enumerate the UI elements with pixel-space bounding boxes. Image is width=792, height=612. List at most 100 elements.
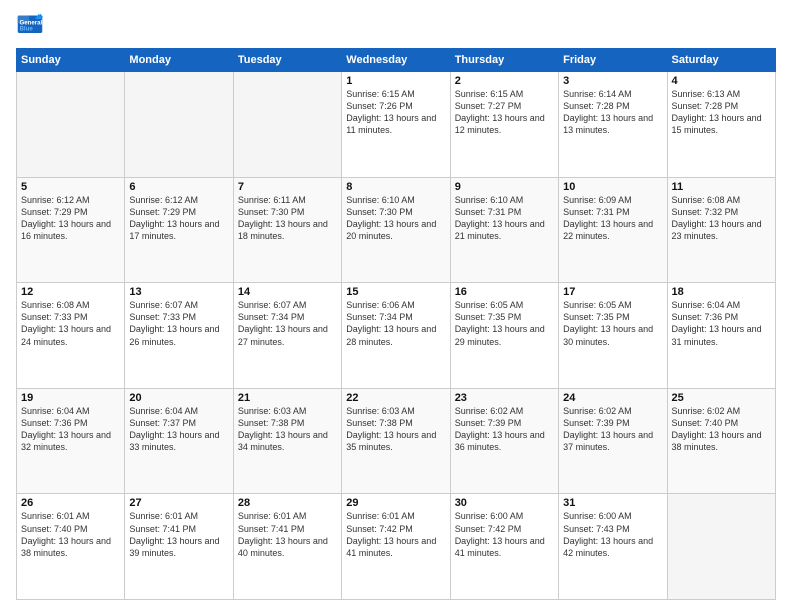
day-info: Sunrise: 6:01 AM Sunset: 7:41 PM Dayligh… (129, 510, 228, 559)
day-info: Sunrise: 6:02 AM Sunset: 7:40 PM Dayligh… (672, 405, 771, 454)
calendar-cell: 22Sunrise: 6:03 AM Sunset: 7:38 PM Dayli… (342, 388, 450, 494)
calendar-table: SundayMondayTuesdayWednesdayThursdayFrid… (16, 48, 776, 600)
calendar-cell: 15Sunrise: 6:06 AM Sunset: 7:34 PM Dayli… (342, 283, 450, 389)
calendar-cell: 6Sunrise: 6:12 AM Sunset: 7:29 PM Daylig… (125, 177, 233, 283)
day-number: 15 (346, 286, 445, 298)
day-info: Sunrise: 6:06 AM Sunset: 7:34 PM Dayligh… (346, 299, 445, 348)
day-info: Sunrise: 6:15 AM Sunset: 7:26 PM Dayligh… (346, 88, 445, 137)
day-number: 11 (672, 181, 771, 193)
day-info: Sunrise: 6:05 AM Sunset: 7:35 PM Dayligh… (563, 299, 662, 348)
day-info: Sunrise: 6:10 AM Sunset: 7:31 PM Dayligh… (455, 194, 554, 243)
day-number: 19 (21, 392, 120, 404)
calendar-cell: 17Sunrise: 6:05 AM Sunset: 7:35 PM Dayli… (559, 283, 667, 389)
day-info: Sunrise: 6:12 AM Sunset: 7:29 PM Dayligh… (21, 194, 120, 243)
calendar-week-row: 1Sunrise: 6:15 AM Sunset: 7:26 PM Daylig… (17, 72, 776, 178)
day-info: Sunrise: 6:04 AM Sunset: 7:36 PM Dayligh… (21, 405, 120, 454)
calendar-cell: 29Sunrise: 6:01 AM Sunset: 7:42 PM Dayli… (342, 494, 450, 600)
day-number: 4 (672, 75, 771, 87)
day-info: Sunrise: 6:00 AM Sunset: 7:43 PM Dayligh… (563, 510, 662, 559)
header: General Blue (16, 12, 776, 40)
calendar-cell: 16Sunrise: 6:05 AM Sunset: 7:35 PM Dayli… (450, 283, 558, 389)
day-number: 6 (129, 181, 228, 193)
calendar-cell: 5Sunrise: 6:12 AM Sunset: 7:29 PM Daylig… (17, 177, 125, 283)
calendar-cell: 28Sunrise: 6:01 AM Sunset: 7:41 PM Dayli… (233, 494, 341, 600)
day-info: Sunrise: 6:10 AM Sunset: 7:30 PM Dayligh… (346, 194, 445, 243)
day-info: Sunrise: 6:01 AM Sunset: 7:40 PM Dayligh… (21, 510, 120, 559)
day-number: 31 (563, 497, 662, 509)
calendar-cell: 7Sunrise: 6:11 AM Sunset: 7:30 PM Daylig… (233, 177, 341, 283)
day-info: Sunrise: 6:08 AM Sunset: 7:33 PM Dayligh… (21, 299, 120, 348)
calendar-week-row: 5Sunrise: 6:12 AM Sunset: 7:29 PM Daylig… (17, 177, 776, 283)
day-number: 26 (21, 497, 120, 509)
day-info: Sunrise: 6:13 AM Sunset: 7:28 PM Dayligh… (672, 88, 771, 137)
calendar-cell: 4Sunrise: 6:13 AM Sunset: 7:28 PM Daylig… (667, 72, 775, 178)
day-number: 14 (238, 286, 337, 298)
calendar-cell: 26Sunrise: 6:01 AM Sunset: 7:40 PM Dayli… (17, 494, 125, 600)
svg-text:Blue: Blue (20, 25, 34, 32)
day-header-thursday: Thursday (450, 49, 558, 72)
day-header-wednesday: Wednesday (342, 49, 450, 72)
day-number: 8 (346, 181, 445, 193)
calendar-cell: 27Sunrise: 6:01 AM Sunset: 7:41 PM Dayli… (125, 494, 233, 600)
day-number: 29 (346, 497, 445, 509)
day-number: 24 (563, 392, 662, 404)
calendar-cell: 23Sunrise: 6:02 AM Sunset: 7:39 PM Dayli… (450, 388, 558, 494)
day-number: 28 (238, 497, 337, 509)
day-header-friday: Friday (559, 49, 667, 72)
calendar-cell: 14Sunrise: 6:07 AM Sunset: 7:34 PM Dayli… (233, 283, 341, 389)
day-info: Sunrise: 6:05 AM Sunset: 7:35 PM Dayligh… (455, 299, 554, 348)
day-info: Sunrise: 6:03 AM Sunset: 7:38 PM Dayligh… (346, 405, 445, 454)
day-info: Sunrise: 6:01 AM Sunset: 7:41 PM Dayligh… (238, 510, 337, 559)
day-number: 5 (21, 181, 120, 193)
calendar-cell (125, 72, 233, 178)
calendar-header-row: SundayMondayTuesdayWednesdayThursdayFrid… (17, 49, 776, 72)
calendar-cell: 20Sunrise: 6:04 AM Sunset: 7:37 PM Dayli… (125, 388, 233, 494)
day-info: Sunrise: 6:09 AM Sunset: 7:31 PM Dayligh… (563, 194, 662, 243)
calendar-week-row: 19Sunrise: 6:04 AM Sunset: 7:36 PM Dayli… (17, 388, 776, 494)
calendar-cell: 10Sunrise: 6:09 AM Sunset: 7:31 PM Dayli… (559, 177, 667, 283)
day-info: Sunrise: 6:04 AM Sunset: 7:37 PM Dayligh… (129, 405, 228, 454)
calendar-cell: 24Sunrise: 6:02 AM Sunset: 7:39 PM Dayli… (559, 388, 667, 494)
calendar-cell: 30Sunrise: 6:00 AM Sunset: 7:42 PM Dayli… (450, 494, 558, 600)
day-number: 18 (672, 286, 771, 298)
page: General Blue SundayMondayTuesdayWednesda… (0, 0, 792, 612)
day-header-sunday: Sunday (17, 49, 125, 72)
logo: General Blue (16, 12, 48, 40)
day-number: 9 (455, 181, 554, 193)
day-info: Sunrise: 6:08 AM Sunset: 7:32 PM Dayligh… (672, 194, 771, 243)
day-number: 13 (129, 286, 228, 298)
day-header-monday: Monday (125, 49, 233, 72)
calendar-cell: 13Sunrise: 6:07 AM Sunset: 7:33 PM Dayli… (125, 283, 233, 389)
logo-icon: General Blue (16, 12, 44, 40)
day-number: 17 (563, 286, 662, 298)
day-number: 22 (346, 392, 445, 404)
calendar-week-row: 26Sunrise: 6:01 AM Sunset: 7:40 PM Dayli… (17, 494, 776, 600)
day-number: 25 (672, 392, 771, 404)
day-info: Sunrise: 6:03 AM Sunset: 7:38 PM Dayligh… (238, 405, 337, 454)
day-number: 16 (455, 286, 554, 298)
calendar-cell (667, 494, 775, 600)
day-info: Sunrise: 6:07 AM Sunset: 7:33 PM Dayligh… (129, 299, 228, 348)
calendar-cell: 3Sunrise: 6:14 AM Sunset: 7:28 PM Daylig… (559, 72, 667, 178)
day-number: 21 (238, 392, 337, 404)
calendar-cell: 31Sunrise: 6:00 AM Sunset: 7:43 PM Dayli… (559, 494, 667, 600)
day-number: 12 (21, 286, 120, 298)
calendar-cell: 9Sunrise: 6:10 AM Sunset: 7:31 PM Daylig… (450, 177, 558, 283)
day-info: Sunrise: 6:11 AM Sunset: 7:30 PM Dayligh… (238, 194, 337, 243)
day-info: Sunrise: 6:07 AM Sunset: 7:34 PM Dayligh… (238, 299, 337, 348)
calendar-cell: 8Sunrise: 6:10 AM Sunset: 7:30 PM Daylig… (342, 177, 450, 283)
calendar-cell: 12Sunrise: 6:08 AM Sunset: 7:33 PM Dayli… (17, 283, 125, 389)
day-info: Sunrise: 6:02 AM Sunset: 7:39 PM Dayligh… (455, 405, 554, 454)
day-info: Sunrise: 6:04 AM Sunset: 7:36 PM Dayligh… (672, 299, 771, 348)
day-info: Sunrise: 6:15 AM Sunset: 7:27 PM Dayligh… (455, 88, 554, 137)
calendar-cell: 18Sunrise: 6:04 AM Sunset: 7:36 PM Dayli… (667, 283, 775, 389)
day-header-saturday: Saturday (667, 49, 775, 72)
day-number: 23 (455, 392, 554, 404)
day-header-tuesday: Tuesday (233, 49, 341, 72)
day-number: 30 (455, 497, 554, 509)
day-info: Sunrise: 6:14 AM Sunset: 7:28 PM Dayligh… (563, 88, 662, 137)
calendar-cell: 11Sunrise: 6:08 AM Sunset: 7:32 PM Dayli… (667, 177, 775, 283)
calendar-cell: 2Sunrise: 6:15 AM Sunset: 7:27 PM Daylig… (450, 72, 558, 178)
day-info: Sunrise: 6:00 AM Sunset: 7:42 PM Dayligh… (455, 510, 554, 559)
day-number: 27 (129, 497, 228, 509)
